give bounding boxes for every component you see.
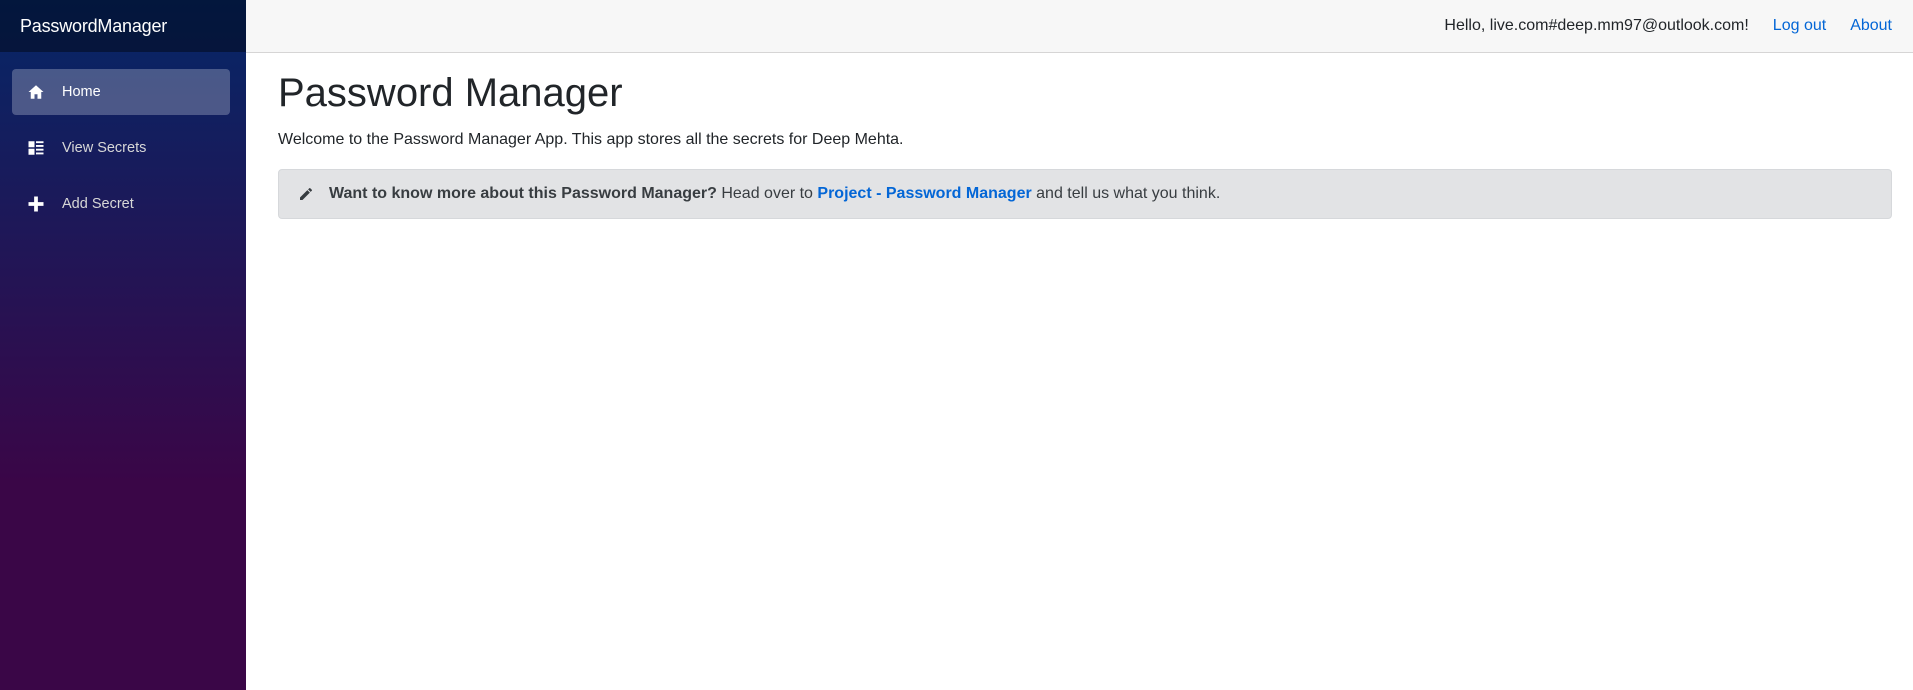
info-alert: Want to know more about this Password Ma…: [278, 169, 1892, 219]
alert-question: Want to know more about this Password Ma…: [329, 185, 717, 202]
sidebar-item-add-secret[interactable]: Add Secret: [12, 181, 230, 227]
list-icon: [26, 138, 46, 158]
project-link[interactable]: Project - Password Manager: [817, 185, 1031, 203]
sidebar-item-view-secrets[interactable]: View Secrets: [12, 125, 230, 171]
sidebar: PasswordManager Home View Secrets Add Se…: [0, 0, 246, 690]
pencil-icon: [297, 185, 315, 203]
sidebar-item-label: View Secrets: [62, 140, 147, 156]
sidebar-item-label: Home: [62, 84, 101, 100]
sidebar-item-label: Add Secret: [62, 196, 134, 212]
brand-bar: PasswordManager: [0, 0, 246, 52]
app-root: PasswordManager Home View Secrets Add Se…: [0, 0, 1913, 690]
alert-lead-text: Head over to: [721, 185, 813, 202]
sidebar-nav: Home View Secrets Add Secret: [0, 52, 246, 227]
top-bar: Hello, live.com#deep.mm97@outlook.com! L…: [246, 0, 1913, 53]
sidebar-item-home[interactable]: Home: [12, 69, 230, 115]
plus-icon: [26, 194, 46, 214]
page-content: Password Manager Welcome to the Password…: [246, 53, 1913, 219]
logout-link[interactable]: Log out: [1773, 17, 1826, 35]
main-area: Hello, live.com#deep.mm97@outlook.com! L…: [246, 0, 1913, 690]
welcome-text: Welcome to the Password Manager App. Thi…: [278, 131, 904, 148]
about-link[interactable]: About: [1850, 17, 1892, 35]
user-greeting: Hello, live.com#deep.mm97@outlook.com!: [1444, 17, 1749, 34]
brand-link[interactable]: PasswordManager: [20, 16, 167, 37]
home-icon: [26, 82, 46, 102]
alert-tail-text: and tell us what you think.: [1036, 185, 1221, 202]
page-title: Password Manager: [278, 71, 623, 115]
